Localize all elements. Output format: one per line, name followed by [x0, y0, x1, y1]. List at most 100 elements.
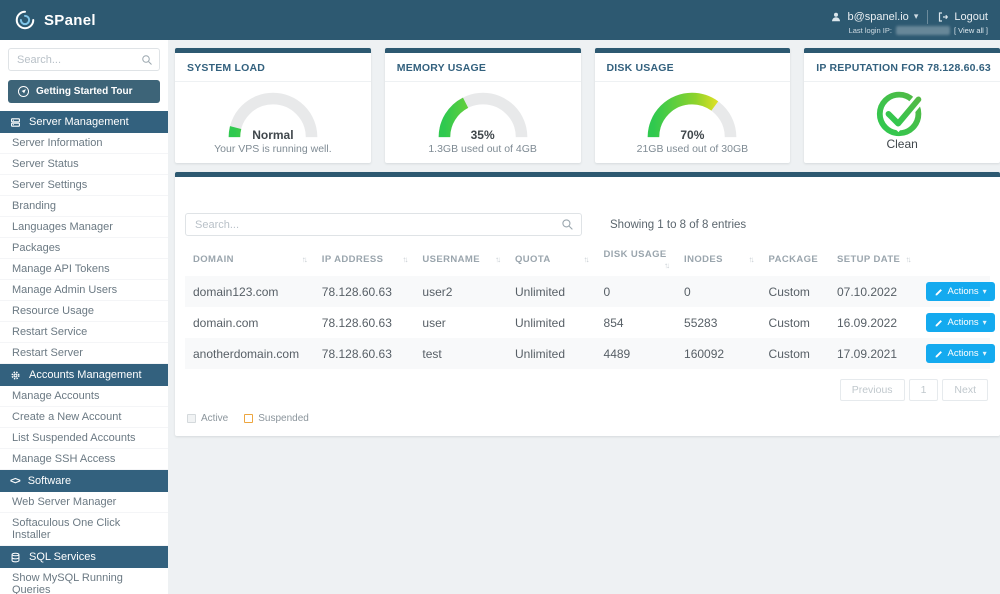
getting-started-tour-button[interactable]: Getting Started Tour [8, 80, 160, 103]
sidebar-item-packages[interactable]: Packages [0, 238, 168, 259]
sidebar-section-server-management[interactable]: Server Management [0, 111, 168, 133]
cell-domain: domain123.com [193, 284, 279, 299]
sidebar-search-input[interactable] [8, 48, 160, 71]
chevron-down-icon: ▾ [982, 348, 987, 358]
pagination: Previous 1 Next [185, 379, 990, 401]
section-label: Server Management [29, 116, 129, 128]
sidebar-item-restart-service[interactable]: Restart Service [0, 322, 168, 343]
sidebar-item-manage-accounts[interactable]: Manage Accounts [0, 386, 168, 407]
ip-reputation-status: Clean [886, 137, 918, 151]
cell-username: test [422, 346, 442, 361]
disk-usage-card: DISK USAGE 70% 21GB used out of 30GB [594, 48, 791, 163]
user-icon [830, 11, 842, 23]
column-header-package[interactable]: PACKAGE [761, 244, 829, 276]
suspended-legend-swatch [244, 414, 254, 423]
sidebar-item-branding[interactable]: Branding [0, 196, 168, 217]
logout-label: Logout [954, 10, 988, 23]
cell-inodes: 160092 [684, 346, 725, 361]
sidebar-item-list-suspended-accounts[interactable]: List Suspended Accounts [0, 428, 168, 449]
cell-domain: anotherdomain.com [193, 346, 300, 361]
sidebar-item-server-status[interactable]: Server Status [0, 154, 168, 175]
pagination-next-button[interactable]: Next [942, 379, 988, 401]
column-header-quota[interactable]: QUOTA ↑↓ [507, 244, 596, 276]
system-load-subtitle: Your VPS is running well. [214, 143, 332, 155]
sort-icon: ↑↓ [905, 255, 912, 264]
sort-icon: ↑↓ [402, 255, 408, 264]
pagination-page-1-button[interactable]: 1 [908, 379, 939, 401]
sidebar-item-manage-admin-users[interactable]: Manage Admin Users [0, 280, 168, 301]
sidebar-item-show-mysql-running-queries[interactable]: Show MySQL Running Queries [0, 568, 168, 594]
cell-ip: 78.128.60.63 [321, 315, 392, 330]
sidebar-item-softaculous-one-click-installer[interactable]: Softaculous One Click Installer [0, 513, 168, 546]
pagination-previous-button[interactable]: Previous [839, 379, 905, 401]
cell-disk-usage: 854 [603, 315, 624, 330]
cell-setup-date: 16.09.2022 [836, 315, 898, 330]
user-menu[interactable]: b@spanel.io ▾ [830, 11, 918, 23]
search-icon [561, 218, 574, 236]
sidebar-section-software[interactable]: <> Software [0, 470, 168, 492]
top-header: SPanel b@spanel.io ▾ Logout Last login I… [0, 0, 1000, 40]
column-header-username[interactable]: USERNAME ↑↓ [414, 244, 507, 276]
column-header-setup-date[interactable]: SETUP DATE ↑↓ [829, 244, 918, 276]
cell-setup-date: 17.09.2021 [836, 346, 898, 361]
ip-reputation-card: IP REPUTATION FOR 78.128.60.63 Clean [804, 48, 1000, 163]
sidebar-section-sql-services[interactable]: SQL Services [0, 546, 168, 568]
column-header-inodes[interactable]: INODES ↑↓ [676, 244, 761, 276]
clean-check-icon [873, 84, 931, 140]
cell-domain: domain.com [193, 315, 259, 330]
logout-button[interactable]: Logout [937, 11, 988, 23]
sidebar-item-server-information[interactable]: Server Information [0, 133, 168, 154]
cell-quota: Unlimited [514, 315, 565, 330]
sidebar-item-web-server-manager[interactable]: Web Server Manager [0, 492, 168, 513]
sidebar-item-manage-ssh-access[interactable]: Manage SSH Access [0, 449, 168, 470]
cell-disk-usage: 4489 [603, 346, 631, 361]
sidebar-section-accounts-management[interactable]: Accounts Management [0, 364, 168, 386]
sidebar: Getting Started Tour Server Management S… [0, 40, 168, 594]
accounts-search-input[interactable] [185, 213, 582, 236]
column-header-ip-address[interactable]: IP ADDRESS ↑↓ [314, 244, 415, 276]
chevron-down-icon: ▾ [913, 11, 919, 21]
table-row: domain123.com 78.128.60.63 user2 Unlimit… [185, 276, 995, 307]
sort-icon: ↑↓ [664, 261, 670, 270]
disk-usage-subtitle: 21GB used out of 30GB [636, 143, 749, 155]
tour-button-label: Getting Started Tour [36, 86, 133, 97]
last-login-label: Last login IP: [848, 25, 892, 35]
view-all-link[interactable]: [ View all ] [954, 26, 988, 35]
column-header-disk-usage[interactable]: DISK USAGE ↑↓ [596, 244, 677, 276]
gear-icon [10, 370, 21, 381]
sort-icon: ↑↓ [301, 255, 308, 264]
sidebar-item-create-a-new-account[interactable]: Create a New Account [0, 407, 168, 428]
card-title: MEMORY USAGE [384, 53, 581, 82]
logout-icon [937, 11, 949, 23]
system-load-status: Normal [252, 128, 294, 142]
actions-button[interactable]: Actions ▾ [925, 344, 995, 363]
sidebar-item-languages-manager[interactable]: Languages Manager [0, 217, 168, 238]
memory-usage-gauge: 35% [431, 87, 535, 142]
brand[interactable]: SPanel [14, 9, 96, 31]
search-icon [141, 53, 153, 71]
accounts-panel: Showing 1 to 8 of 8 entries DOMAIN↑↓ IP … [175, 172, 1000, 436]
sort-icon: ↑↓ [748, 255, 755, 264]
disk-usage-gauge: 70% [640, 87, 744, 142]
actions-button[interactable]: Actions ▾ [925, 282, 995, 301]
sidebar-item-manage-api-tokens[interactable]: Manage API Tokens [0, 259, 168, 280]
card-title: SYSTEM LOAD [175, 53, 371, 82]
chevron-down-icon: ▾ [982, 286, 987, 296]
cell-ip: 78.128.60.63 [321, 284, 392, 299]
sort-icon: ↑↓ [583, 255, 590, 264]
code-icon: <> [10, 475, 21, 487]
active-legend-label: Active [201, 413, 229, 424]
column-header-domain[interactable]: DOMAIN ↑↓ [185, 244, 314, 276]
sidebar-item-server-settings[interactable]: Server Settings [0, 175, 168, 196]
section-label: Accounts Management [29, 369, 142, 381]
sort-icon: ↑↓ [494, 255, 501, 264]
cell-disk-usage: 0 [603, 284, 611, 299]
sidebar-item-restart-server[interactable]: Restart Server [0, 343, 168, 364]
card-title: IP REPUTATION FOR 78.128.60.63 [804, 53, 1000, 82]
actions-button[interactable]: Actions ▾ [925, 313, 995, 332]
user-email: b@spanel.io [847, 10, 909, 23]
chevron-down-icon: ▾ [982, 317, 987, 327]
cell-ip: 78.128.60.63 [321, 346, 392, 361]
system-load-card: SYSTEM LOAD Normal Your VPS is running w… [175, 48, 371, 163]
sidebar-item-resource-usage[interactable]: Resource Usage [0, 301, 168, 322]
